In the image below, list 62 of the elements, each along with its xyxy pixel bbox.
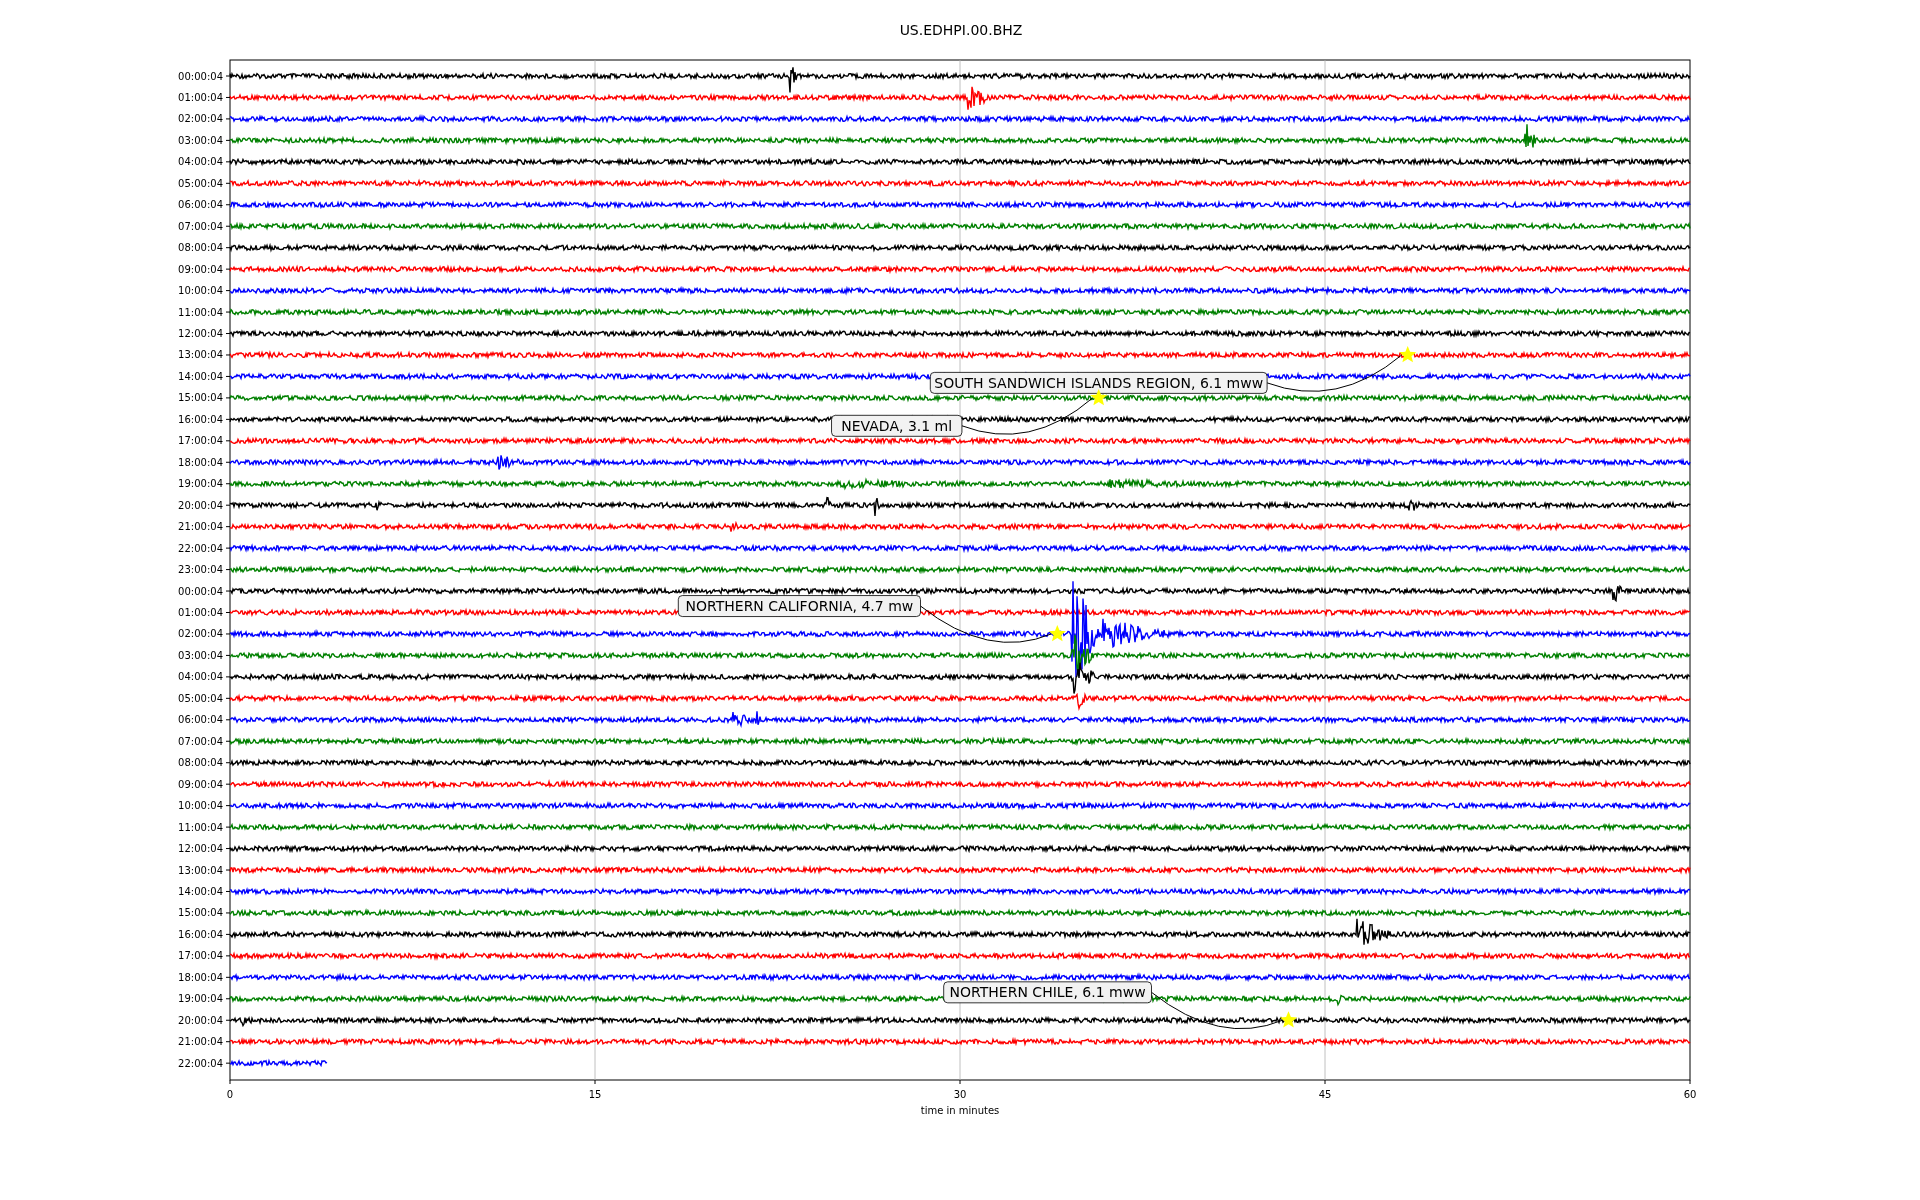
row-time-label: 21:00:04 bbox=[178, 1036, 223, 1048]
row-time-label: 16:00:04 bbox=[178, 928, 223, 940]
row-time-label: 18:00:04 bbox=[178, 971, 223, 983]
row-time-label: 01:00:04 bbox=[178, 91, 223, 103]
row-time-label: 09:00:04 bbox=[178, 263, 223, 275]
row-time-label: 23:00:04 bbox=[178, 564, 223, 576]
row-time-label: 18:00:04 bbox=[178, 456, 223, 468]
row-time-label: 00:00:04 bbox=[178, 585, 223, 597]
row-time-label: 06:00:04 bbox=[178, 199, 223, 211]
row-time-label: 01:00:04 bbox=[178, 607, 223, 618]
row-time-label: 19:00:04 bbox=[178, 993, 223, 1005]
star-icon bbox=[1399, 346, 1417, 363]
row-time-label: 14:00:04 bbox=[178, 886, 223, 897]
row-time-label: 03:00:04 bbox=[178, 134, 223, 146]
row-time-label: 02:00:04 bbox=[178, 113, 223, 125]
row-time-label: 16:00:04 bbox=[178, 413, 223, 425]
star-icon bbox=[1048, 625, 1066, 642]
row-time-label: 12:00:04 bbox=[178, 328, 223, 339]
row-time-label: 17:00:04 bbox=[178, 950, 223, 962]
event-label: SOUTH SANDWICH ISLANDS REGION, 6.1 mww bbox=[929, 372, 1268, 394]
row-time-label: 13:00:04 bbox=[178, 864, 223, 876]
row-time-label: 09:00:04 bbox=[178, 778, 223, 790]
row-time-label: 19:00:04 bbox=[178, 478, 223, 490]
row-time-label: 20:00:04 bbox=[178, 499, 223, 511]
row-time-label: 08:00:04 bbox=[178, 757, 223, 769]
x-tick-label: 0 bbox=[226, 1089, 234, 1100]
row-time-label: 07:00:04 bbox=[178, 735, 223, 747]
row-time-label: 15:00:04 bbox=[178, 907, 223, 919]
chart-title: US.EDHPI.00.BHZ bbox=[899, 22, 1023, 38]
row-time-label: 11:00:04 bbox=[178, 306, 223, 318]
row-time-label: 04:00:04 bbox=[178, 156, 223, 168]
row-time-label: 02:00:04 bbox=[178, 628, 223, 640]
x-tick-label: 45 bbox=[1318, 1089, 1332, 1100]
row-time-label: 11:00:04 bbox=[178, 821, 223, 833]
x-tick-label: 15 bbox=[588, 1089, 602, 1100]
row-time-label: 06:00:04 bbox=[178, 714, 223, 726]
row-time-label: 07:00:04 bbox=[178, 220, 223, 232]
event-label: NORTHERN CHILE, 6.1 mww bbox=[943, 981, 1152, 1004]
star-icon bbox=[1090, 388, 1108, 406]
row-time-label: 13:00:04 bbox=[178, 349, 223, 361]
row-time-label: 21:00:04 bbox=[178, 521, 223, 533]
x-tick-label: 60 bbox=[1683, 1089, 1697, 1100]
x-axis-label: time in minutes bbox=[920, 1105, 1000, 1116]
row-time-label: 14:00:04 bbox=[178, 370, 223, 382]
row-time-label: 20:00:04 bbox=[178, 1014, 223, 1026]
row-time-label: 00:00:04 bbox=[178, 70, 223, 82]
row-time-label: 22:00:04 bbox=[178, 542, 223, 554]
star-icon bbox=[1279, 1011, 1298, 1028]
row-time-label: 12:00:04 bbox=[178, 843, 223, 855]
row-time-label: 22:00:04 bbox=[178, 1057, 223, 1069]
x-tick-label: 30 bbox=[953, 1089, 967, 1100]
event-label: NEVADA, 3.1 ml bbox=[831, 414, 963, 437]
row-time-label: 03:00:04 bbox=[178, 649, 223, 661]
row-time-label: 08:00:04 bbox=[178, 242, 223, 254]
row-time-label: 05:00:04 bbox=[178, 177, 223, 189]
row-time-label: 15:00:04 bbox=[178, 392, 223, 404]
row-time-label: 10:00:04 bbox=[178, 800, 223, 812]
row-time-label: 04:00:04 bbox=[178, 671, 223, 683]
event-label: NORTHERN CALIFORNIA, 4.7 mw bbox=[677, 595, 921, 617]
row-time-label: 10:00:04 bbox=[178, 285, 223, 297]
row-time-label: 05:00:04 bbox=[178, 692, 223, 704]
row-time-label: 17:00:04 bbox=[178, 435, 223, 447]
